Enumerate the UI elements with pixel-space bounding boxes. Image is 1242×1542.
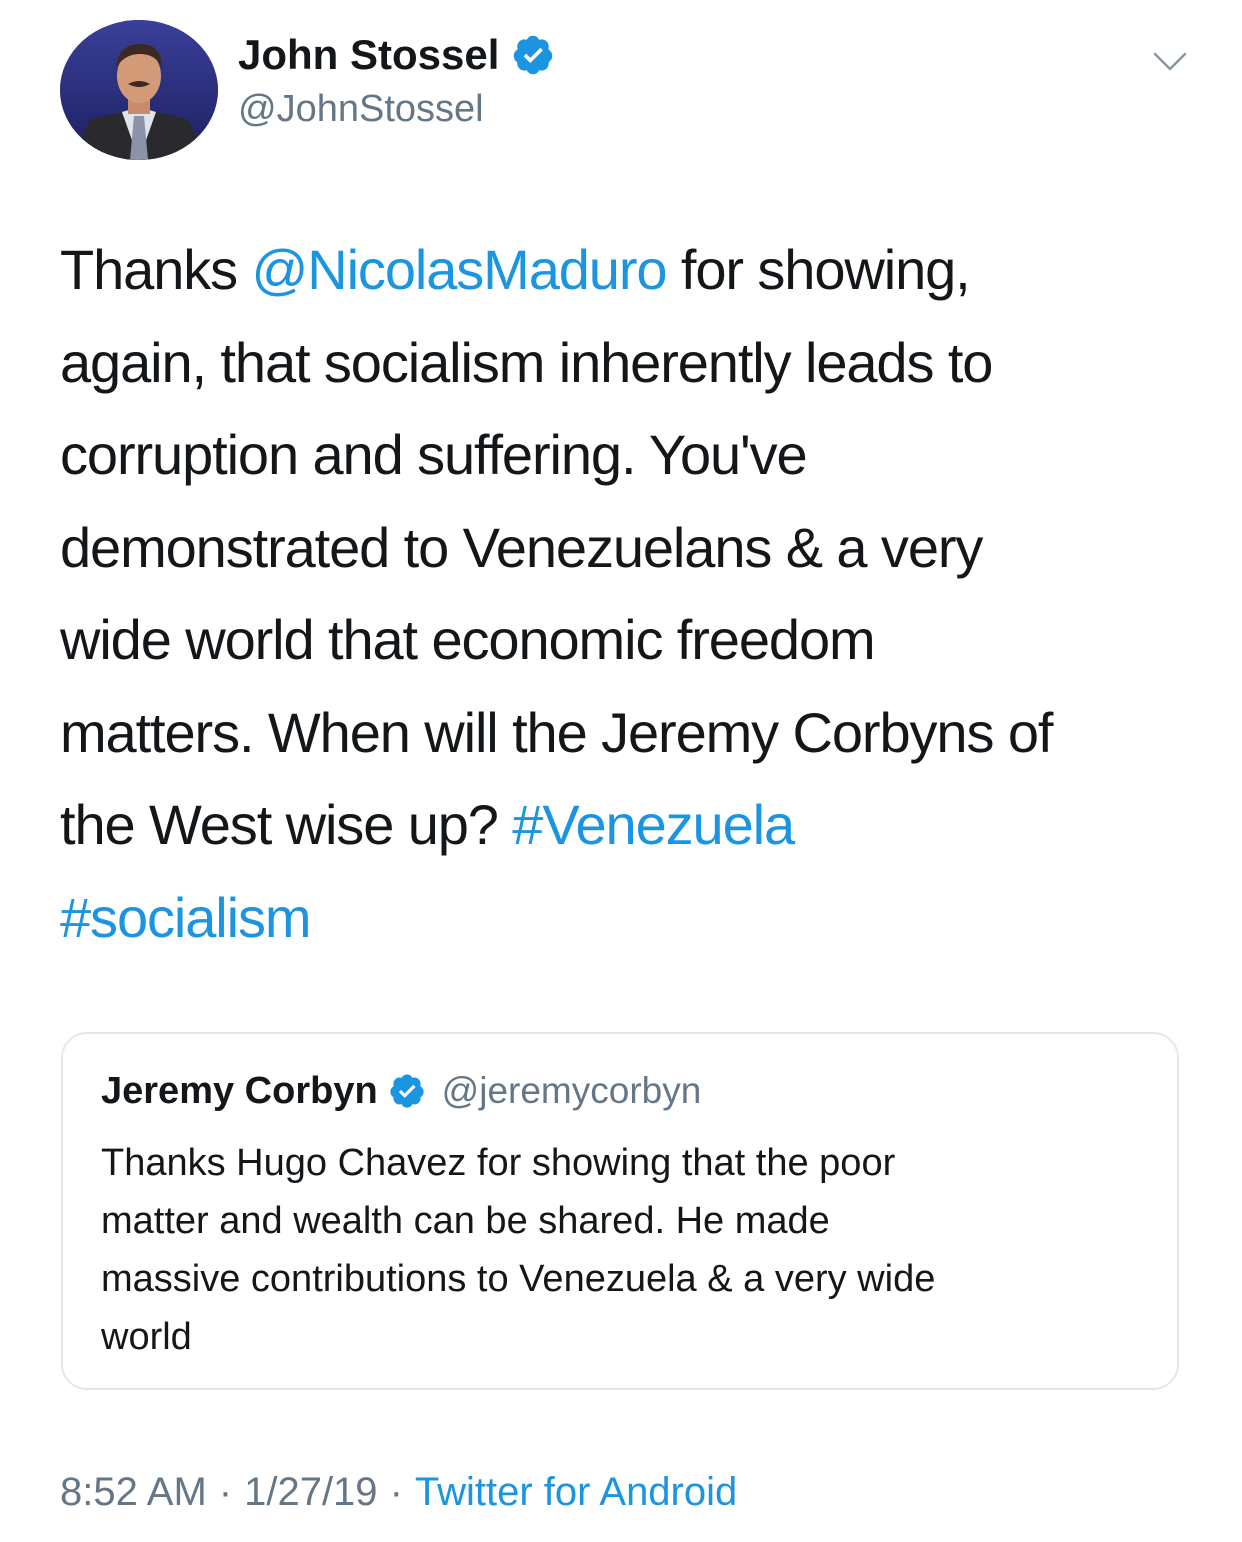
tweet-text-line: corruption and suffering. You've [60, 409, 1210, 502]
tweet-date[interactable]: 1/27/19 [244, 1470, 377, 1514]
quoted-tweet-line: Thanks Hugo Chavez for showing that the … [101, 1142, 896, 1184]
tweet: John Stossel @JohnStossel Thanks @Nicola… [0, 0, 1242, 1542]
quoted-author-handle: @jeremycorbyn [441, 1070, 702, 1111]
tweet-text-segment: wide world that economic freedom [60, 608, 876, 671]
mention-link[interactable]: @NicolasMaduro [252, 238, 668, 301]
author-handle[interactable]: @JohnStossel [238, 84, 484, 134]
quoted-tweet-line: matter and wealth can be shared. He made [101, 1200, 830, 1242]
tweet-text-segment: corruption and suffering. You've [60, 423, 808, 486]
tweet-text-line: Thanks @NicolasMaduro for showing, [60, 224, 1210, 317]
quoted-author-display-name: Jeremy Corbyn [101, 1070, 378, 1112]
verified-badge-icon [514, 35, 553, 75]
tweet-text-segment: matters. When will the Jeremy Corbyns of [60, 700, 1053, 764]
meta-separator: · [218, 1470, 233, 1514]
hashtag-link[interactable]: #socialism [60, 886, 312, 949]
tweet-text-segment: Thanks [60, 238, 252, 301]
tweet-text-line: matters. When will the Jeremy Corbyns of [60, 687, 1210, 780]
tweet-text-segment: for showing, [666, 238, 971, 301]
tweet-text: Thanks @NicolasMaduro for showing, again,… [60, 224, 1210, 964]
tweet-text-segment: demonstrated to Venezuelans & a very [60, 515, 983, 579]
hashtag-link[interactable]: #Venezuela [512, 793, 795, 856]
quoted-tweet-header: Jeremy Corbyn @jeremycorbyn [101, 1066, 701, 1116]
verified-badge-icon [390, 1074, 424, 1108]
tweet-time[interactable]: 8:52 AM [60, 1470, 207, 1514]
quoted-tweet[interactable]: Jeremy Corbyn @jeremycorbyn Thanks Hugo … [61, 1032, 1179, 1390]
tweet-text-line: #socialism [60, 872, 1210, 965]
quoted-tweet-text: Thanks Hugo Chavez for showing that the … [101, 1134, 1161, 1366]
tweet-text-line: demonstrated to Venezuelans & a very [60, 502, 1210, 595]
meta-separator: · [389, 1470, 403, 1514]
tweet-text-segment: the West wise up? [60, 793, 513, 856]
tweet-source-link[interactable]: Twitter for Android [415, 1470, 737, 1514]
avatar-image [60, 20, 218, 160]
quoted-tweet-line: massive contributions to Venezuela & a v… [101, 1258, 936, 1300]
quoted-tweet-line: world [101, 1316, 192, 1358]
chevron-down-icon[interactable] [1152, 48, 1188, 76]
tweet-meta: 8:52 AM · 1/27/19 · Twitter for Android [60, 1466, 737, 1518]
tweet-text-line: again, that socialism inherently leads t… [60, 317, 1210, 410]
author-display-name[interactable]: John Stossel [238, 28, 499, 82]
tweet-text-segment: again, that socialism inherently leads t… [60, 330, 993, 394]
author-name-row[interactable]: John Stossel [238, 28, 555, 82]
tweet-text-line: wide world that economic freedom [60, 594, 1210, 687]
avatar[interactable] [60, 20, 218, 160]
tweet-text-line: the West wise up? #Venezuela [60, 779, 1210, 872]
